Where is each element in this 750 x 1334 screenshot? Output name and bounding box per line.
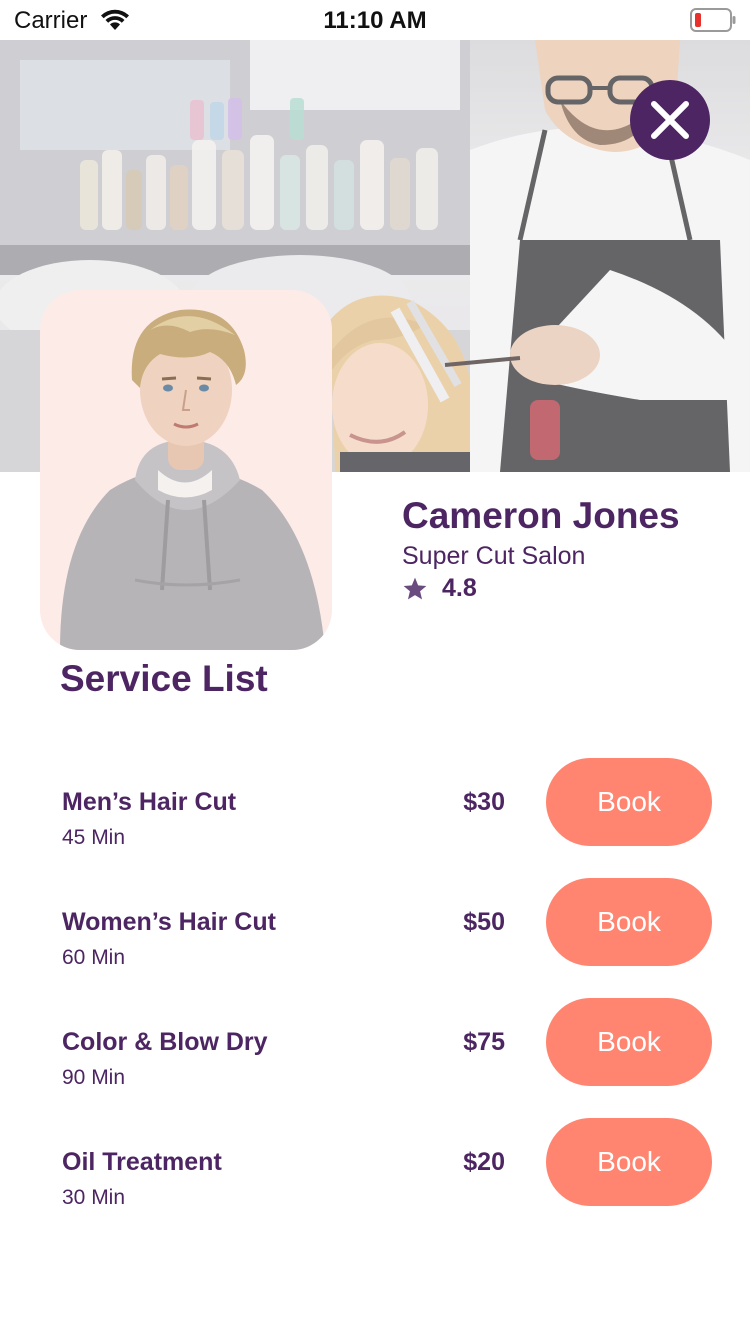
- rating-value: 4.8: [442, 574, 477, 602]
- service-row: Color & Blow Dry 90 Min $75 Book: [0, 998, 750, 1089]
- service-price: $75: [463, 1028, 505, 1056]
- service-duration: 60 Min: [62, 946, 126, 969]
- stylist-photo-icon: [60, 309, 325, 650]
- book-button[interactable]: Book: [546, 998, 712, 1086]
- close-button[interactable]: [630, 80, 710, 160]
- service-price: $50: [463, 908, 505, 936]
- salon-name: Super Cut Salon: [402, 542, 586, 570]
- close-icon: [651, 101, 689, 139]
- service-price: $30: [463, 788, 505, 816]
- service-row: Women’s Hair Cut 60 Min $50 Book: [0, 878, 750, 969]
- book-button[interactable]: Book: [546, 878, 712, 966]
- service-duration: 30 Min: [62, 1186, 126, 1209]
- service-price: $20: [463, 1148, 505, 1176]
- service-list-title: Service List: [60, 658, 268, 699]
- stylist-name: Cameron Jones: [402, 495, 680, 536]
- clock: 11:10 AM: [323, 7, 427, 34]
- service-row: Men’s Hair Cut 45 Min $30 Book: [0, 758, 750, 849]
- rating: 4.8: [402, 574, 477, 603]
- book-button[interactable]: Book: [546, 1118, 712, 1206]
- star-icon: [403, 577, 427, 599]
- service-duration: 90 Min: [62, 1066, 126, 1089]
- service-name: Color & Blow Dry: [62, 1028, 268, 1056]
- service-name: Women’s Hair Cut: [62, 908, 276, 936]
- service-name: Men’s Hair Cut: [62, 788, 237, 816]
- book-button[interactable]: Book: [546, 758, 712, 846]
- battery-icon: [690, 8, 736, 32]
- service-duration: 45 Min: [62, 826, 126, 849]
- service-row: Oil Treatment 30 Min $20 Book: [0, 1118, 750, 1209]
- stylist-avatar: [40, 290, 332, 650]
- service-name: Oil Treatment: [62, 1148, 222, 1176]
- status-bar: Carrier 11:10 AM: [0, 0, 750, 40]
